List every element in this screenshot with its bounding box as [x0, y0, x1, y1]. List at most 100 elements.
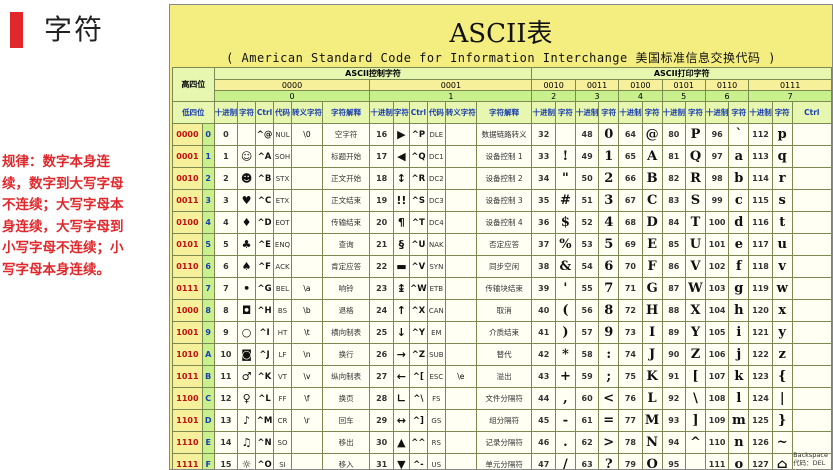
high-bits-5: 0101 — [661, 79, 706, 91]
printable-char: M — [641, 409, 663, 432]
control-code: NAK — [426, 233, 446, 256]
control-dec: 3 — [213, 189, 239, 212]
control-dec: 4 — [213, 211, 239, 234]
printable-char: U — [685, 233, 706, 256]
low-bits-binary: 0001 — [172, 145, 203, 168]
control-glyph: ♂ — [237, 365, 257, 388]
printable-char: ` — [728, 123, 750, 146]
low-bits-binary: 1001 — [172, 321, 203, 344]
low-bits-label: 低四位 — [172, 101, 215, 124]
printable-char: % — [554, 233, 576, 256]
printable-dec: 70 — [618, 255, 643, 278]
control-shortcut: ^K — [255, 365, 275, 388]
control-dec: 5 — [213, 233, 239, 256]
control-escape: \0 — [290, 123, 323, 146]
control-shortcut: ^V — [408, 255, 428, 278]
printable-dec: 100 — [704, 211, 730, 234]
printable-dec: 89 — [661, 321, 687, 344]
printable-dec: 49 — [574, 145, 600, 168]
printable-dec: 114 — [748, 167, 773, 190]
control-escape — [290, 255, 323, 278]
col-header-char: 字符 — [685, 101, 706, 124]
control-dec: 27 — [369, 365, 394, 388]
printable-dec: 59 — [574, 365, 600, 388]
printable-dec: 94 — [661, 431, 687, 454]
printable-char: ~ — [771, 431, 793, 454]
col-header-char: 字符 — [641, 101, 663, 124]
printable-char: K — [641, 365, 663, 388]
control-code: BS — [273, 299, 292, 322]
control-meaning: 移出 — [321, 431, 371, 454]
printable-char: T — [685, 211, 706, 234]
printable-dec: 82 — [661, 167, 687, 190]
printable-char: d — [728, 211, 750, 234]
printable-char: x — [771, 299, 793, 322]
printable-char: = — [598, 409, 620, 432]
printable-char: n — [728, 431, 750, 454]
printable-dec: 93 — [661, 409, 687, 432]
printable-ctrl — [791, 299, 832, 322]
printable-char: ⌂ — [771, 453, 793, 469]
control-shortcut: ^L — [255, 387, 275, 410]
control-glyph: ♥ — [237, 189, 257, 212]
control-glyph: ▬ — [392, 255, 410, 278]
control-escape — [444, 211, 477, 234]
control-glyph: ○ — [237, 321, 257, 344]
control-shortcut: ^E — [255, 233, 275, 256]
control-meaning: 介质结束 — [475, 321, 533, 344]
high-hex-7: 7 — [748, 90, 832, 102]
printable-dec: 97 — [704, 145, 730, 168]
control-escape — [290, 453, 323, 469]
control-escape: \n — [290, 343, 323, 366]
control-glyph: ☼ — [237, 453, 257, 469]
control-escape — [444, 409, 477, 432]
col-header-char: 字符 — [392, 101, 410, 124]
control-meaning: 查询 — [321, 233, 371, 256]
printable-char: m — [728, 409, 750, 432]
printable-dec: 38 — [531, 255, 556, 278]
high-bits-label: 高四位 — [172, 67, 215, 102]
printable-dec: 45 — [531, 409, 556, 432]
control-escape — [444, 189, 477, 212]
title-accent-bar — [10, 12, 23, 48]
printable-dec: 62 — [574, 431, 600, 454]
control-glyph: ↓ — [392, 321, 410, 344]
control-code: GS — [426, 409, 446, 432]
printable-ctrl — [791, 189, 832, 212]
printable-char: I — [641, 321, 663, 344]
low-bits-hex: 5 — [201, 233, 215, 256]
control-escape — [290, 211, 323, 234]
printable-char: k — [728, 365, 750, 388]
low-bits-hex: 1 — [201, 145, 215, 168]
printable-dec: 116 — [748, 211, 773, 234]
control-code: ETX — [273, 189, 292, 212]
col-header-dec: 十进制 — [748, 101, 773, 124]
control-code: RS — [426, 431, 446, 454]
printable-char: f — [728, 255, 750, 278]
low-bits-binary: 1111 — [172, 453, 203, 469]
control-escape — [290, 233, 323, 256]
col-header-ctrl: Ctrl — [791, 101, 832, 124]
control-shortcut: ^@ — [255, 123, 275, 146]
printable-char: * — [554, 343, 576, 366]
control-shortcut: ^I — [255, 321, 275, 344]
table-row: 1111 F 15 ☼ ^O SI 移入 31 ▼ ^- US 单元分隔符 47/63? 79 O 95 _ 11… — [172, 453, 832, 469]
control-dec: 15 — [213, 453, 239, 469]
printable-char: J — [641, 343, 663, 366]
printable-char: o — [728, 453, 750, 469]
control-shortcut: ^F — [255, 255, 275, 278]
low-bits-binary: 0010 — [172, 167, 203, 190]
printable-dec: 74 — [618, 343, 643, 366]
control-code: DC2 — [426, 167, 446, 190]
printable-char: Y — [685, 321, 706, 344]
printable-char: p — [771, 123, 793, 146]
printable-dec: 40 — [531, 299, 556, 322]
low-bits-hex: C — [201, 387, 215, 410]
printable-dec: 101 — [704, 233, 730, 256]
printable-dec: 87 — [661, 277, 687, 300]
low-bits-hex: 8 — [201, 299, 215, 322]
control-meaning: 溢出 — [475, 365, 533, 388]
printable-dec: 92 — [661, 387, 687, 410]
control-dec: 28 — [369, 387, 394, 410]
control-escape — [444, 387, 477, 410]
